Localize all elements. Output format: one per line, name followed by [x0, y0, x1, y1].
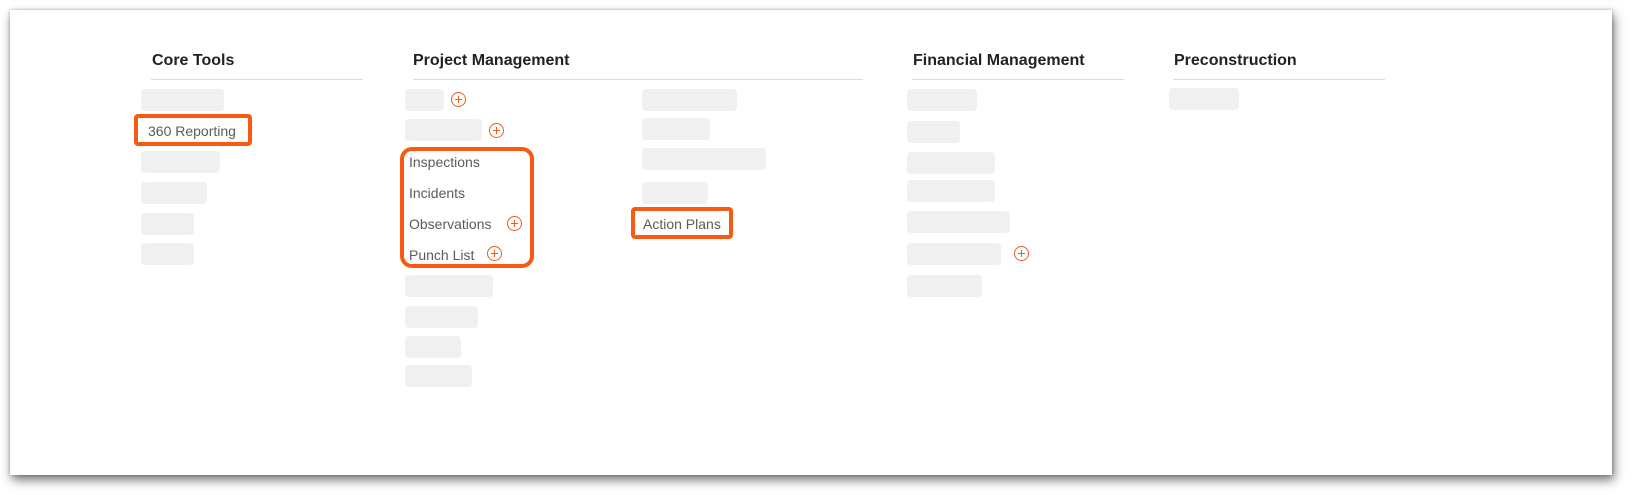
- tool-action-plans[interactable]: Action Plans: [643, 215, 721, 233]
- tool-punch-list[interactable]: Punch List: [409, 246, 474, 264]
- preconstruction-heading: Preconstruction: [1174, 52, 1297, 69]
- hidden-tool-placeholder: [1169, 88, 1239, 110]
- add-plus-icon[interactable]: [1014, 246, 1029, 261]
- hidden-tool-placeholder: [141, 151, 220, 173]
- add-punch-list-icon[interactable]: [487, 246, 502, 261]
- hidden-tool-placeholder: [642, 148, 766, 170]
- hidden-tool-placeholder: [642, 118, 710, 140]
- hidden-tool-placeholder: [907, 275, 982, 297]
- core-tools-heading: Core Tools: [152, 52, 235, 69]
- hidden-tool-placeholder: [907, 180, 995, 202]
- hidden-tool-placeholder: [405, 306, 478, 328]
- hidden-tool-placeholder: [907, 89, 977, 111]
- hidden-tool-placeholder: [907, 243, 1001, 265]
- project-management-divider: [413, 79, 863, 80]
- hidden-tool-placeholder: [405, 365, 472, 387]
- add-plus-icon[interactable]: [451, 92, 466, 107]
- tool-inspections[interactable]: Inspections: [409, 153, 480, 171]
- tool-incidents[interactable]: Incidents: [409, 184, 465, 202]
- hidden-tool-placeholder: [141, 182, 207, 204]
- hidden-tool-placeholder: [907, 121, 960, 143]
- hidden-tool-placeholder: [141, 243, 194, 265]
- hidden-tool-placeholder: [907, 211, 1010, 233]
- hidden-tool-placeholder: [141, 213, 194, 235]
- hidden-tool-placeholder: [405, 89, 444, 111]
- tools-panel: Core Tools 360 Reporting Project Managem…: [10, 10, 1612, 475]
- preconstruction-divider: [1173, 79, 1385, 80]
- hidden-tool-placeholder: [405, 275, 493, 297]
- hidden-tool-placeholder: [642, 89, 737, 111]
- hidden-tool-placeholder: [642, 182, 708, 204]
- tool-360-reporting[interactable]: 360 Reporting: [148, 122, 236, 140]
- hidden-tool-placeholder: [405, 336, 461, 358]
- hidden-tool-placeholder: [405, 119, 482, 141]
- hidden-tool-placeholder: [907, 152, 995, 174]
- financial-management-heading: Financial Management: [913, 52, 1085, 69]
- project-management-heading: Project Management: [413, 52, 570, 69]
- add-observation-icon[interactable]: [507, 216, 522, 231]
- hidden-tool-placeholder: [141, 89, 224, 111]
- core-tools-divider: [151, 79, 363, 80]
- tool-observations[interactable]: Observations: [409, 215, 491, 233]
- financial-management-divider: [912, 79, 1124, 80]
- add-plus-icon[interactable]: [489, 123, 504, 138]
